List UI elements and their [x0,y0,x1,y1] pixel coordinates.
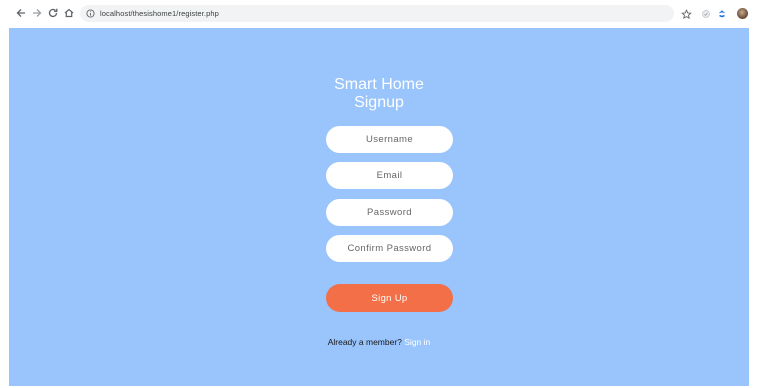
puzzle-icon[interactable] [716,8,728,20]
page-title-line2: Signup [354,94,404,111]
browser-toolbar: localhost/thesishome1/register.php [0,0,758,28]
password-input[interactable] [326,199,453,226]
info-icon[interactable] [86,9,95,18]
star-icon[interactable] [680,8,692,20]
confirm-password-input[interactable] [326,235,453,262]
username-input[interactable] [326,126,453,153]
reload-icon[interactable] [46,6,60,20]
page-title-line1: Smart Home [334,76,424,93]
email-input[interactable] [326,162,453,189]
already-member-text: Already a member? [327,337,402,347]
sign-in-link[interactable]: Sign in [404,337,430,347]
sign-up-button[interactable]: Sign Up [326,284,453,312]
forward-icon[interactable] [30,6,44,20]
home-icon[interactable] [62,6,76,20]
address-bar[interactable]: localhost/thesishome1/register.php [80,5,674,22]
avatar[interactable] [737,8,748,19]
extension-icon[interactable] [700,8,712,20]
already-member-line: Already a member? Sign in [9,337,749,347]
back-icon[interactable] [14,6,28,20]
url-text[interactable]: localhost/thesishome1/register.php [100,9,219,18]
signup-page: Smart Home Signup Sign Up Already a memb… [9,28,749,386]
